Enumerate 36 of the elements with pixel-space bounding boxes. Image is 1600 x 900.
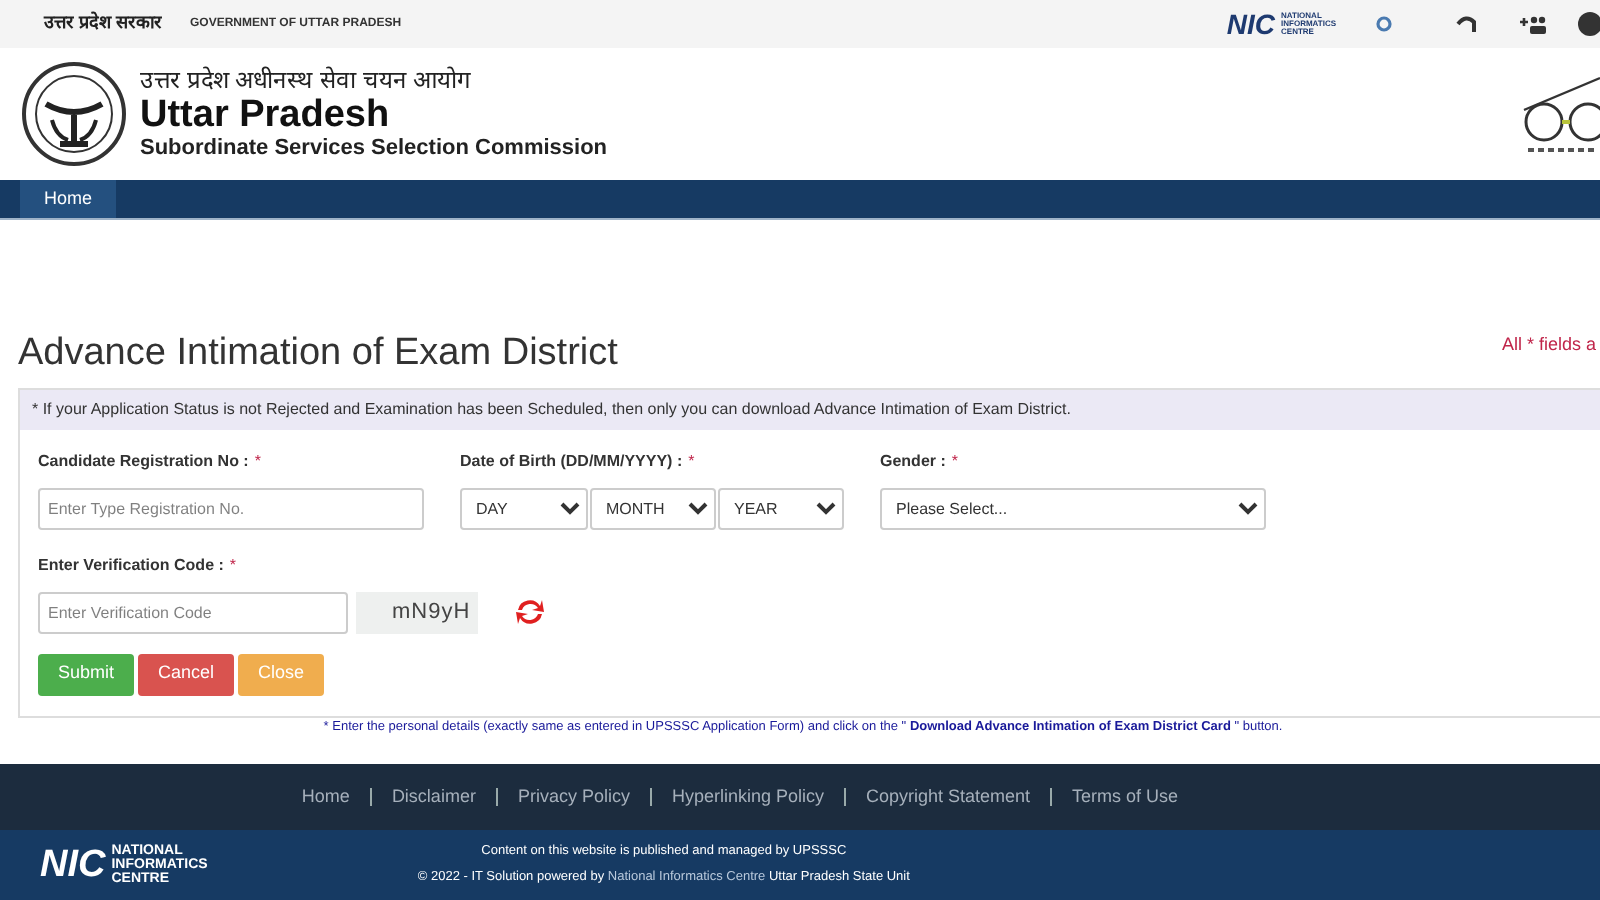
add-users-icon[interactable]: [1520, 14, 1548, 34]
header-title: Uttar Pradesh: [140, 96, 392, 134]
registration-input[interactable]: Enter Type Registration No.: [38, 487, 424, 529]
date-select[interactable]: YEAR: [718, 487, 844, 529]
required-mark: *: [688, 449, 695, 473]
gear-icon[interactable]: [1376, 16, 1392, 32]
footer-link[interactable]: Hyperlinking Policy: [671, 783, 824, 811]
date-select[interactable]: MONTH: [590, 487, 716, 529]
top-nic-mark: NIC: [1226, 10, 1276, 38]
header-subtitle: Subordinate Services Selection Commission: [140, 138, 608, 160]
captcha-image: mN9yH: [356, 591, 479, 633]
footer-link[interactable]: Disclaimer: [391, 783, 476, 811]
gender-select[interactable]: Please Select...: [880, 487, 1266, 529]
gender-label: Gender :: [880, 449, 946, 473]
verification-input[interactable]: Enter Verification Code: [38, 591, 348, 633]
date-select[interactable]: DAY: [460, 487, 588, 529]
required-mark: *: [229, 553, 237, 577]
header-hindi-title: उत्तर प्रदेश अधीनस्थ सेवा चयन आयोग: [140, 68, 474, 92]
date-of-birth-label: Date of Birth (DD/MM/YYYY) :: [460, 449, 683, 473]
required-fields-note: All * fields a: [1501, 332, 1596, 358]
refresh-icon[interactable]: [514, 598, 547, 626]
required-mark: *: [951, 449, 959, 473]
footer-nic-mark: NIC: [40, 846, 106, 884]
info-text: * If your Application Status is not Rejected and Examination has been Scheduled, then only you can download Advance Intimation of Exam District.: [20, 389, 1600, 429]
form-button[interactable]: Cancel: [138, 653, 235, 695]
emblem-drawing: [20, 60, 128, 168]
required-mark: *: [254, 449, 261, 473]
top-bar-hindi-label: उत्तर प्रदेश सरकार: [44, 10, 163, 37]
footer-link[interactable]: Home: [301, 783, 350, 811]
footer-link[interactable]: Terms of Use: [1072, 783, 1179, 811]
registration-label: Candidate Registration No :: [38, 449, 249, 473]
footer-link[interactable]: Copyright Statement: [866, 783, 1031, 811]
verification-label: Enter Verification Code :: [38, 553, 224, 577]
page-title: Advance Intimation of Exam District: [18, 333, 618, 371]
footer-link[interactable]: Privacy Policy: [517, 783, 630, 811]
nav-tab[interactable]: Home: [20, 180, 117, 218]
